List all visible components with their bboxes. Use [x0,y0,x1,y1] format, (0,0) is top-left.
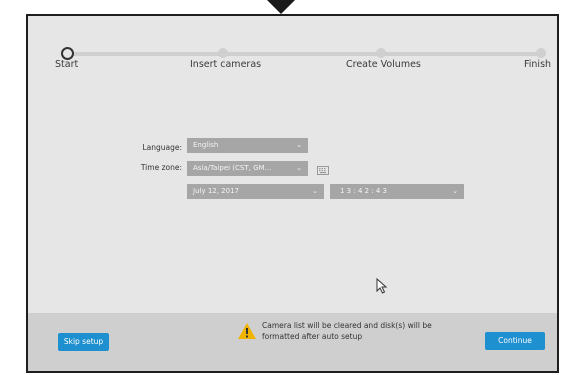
keyboard-icon[interactable] [317,166,329,175]
top-notch-indicator [267,0,295,14]
timezone-select[interactable]: Asia/Taipei (CST, GM... ⌄ [187,161,308,176]
continue-button[interactable]: Continue [485,332,545,350]
date-select[interactable]: July 12, 2017 ⌄ [187,184,324,199]
timezone-select-value: Asia/Taipei (CST, GM... [193,164,272,172]
step-label-finish: Finish [524,59,552,70]
warning-message: Camera list will be cleared and disk(s) … [262,321,432,341]
step-label-insert-cameras: Insert cameras [190,59,262,70]
mouse-cursor-icon [376,278,388,294]
chevron-down-icon: ⌄ [452,187,458,195]
timezone-label: Time zone: [140,163,182,172]
setup-wizard-content: Start Insert cameras Create Volumes Fini… [28,16,557,371]
language-select-value: English [193,141,219,149]
progress-track [66,52,540,56]
step-label-start: Start [55,59,79,70]
date-select-value: July 12, 2017 [193,187,239,195]
chevron-down-icon: ⌄ [296,164,302,172]
language-select[interactable]: English ⌄ [187,138,308,153]
step-dot-insert-cameras [218,48,228,58]
language-label: Language: [142,143,182,152]
chevron-down-icon: ⌄ [312,187,318,195]
step-label-create-volumes: Create Volumes [346,59,421,70]
step-dot-finish [536,48,546,58]
step-dot-create-volumes [376,48,386,58]
skip-setup-button[interactable]: Skip setup [58,333,109,351]
warning-icon [238,323,256,339]
time-select-value: 1 3 : 4 2 : 4 3 [340,187,388,195]
chevron-down-icon: ⌄ [296,141,302,149]
time-select[interactable]: 1 3 : 4 2 : 4 3 ⌄ [330,184,464,199]
